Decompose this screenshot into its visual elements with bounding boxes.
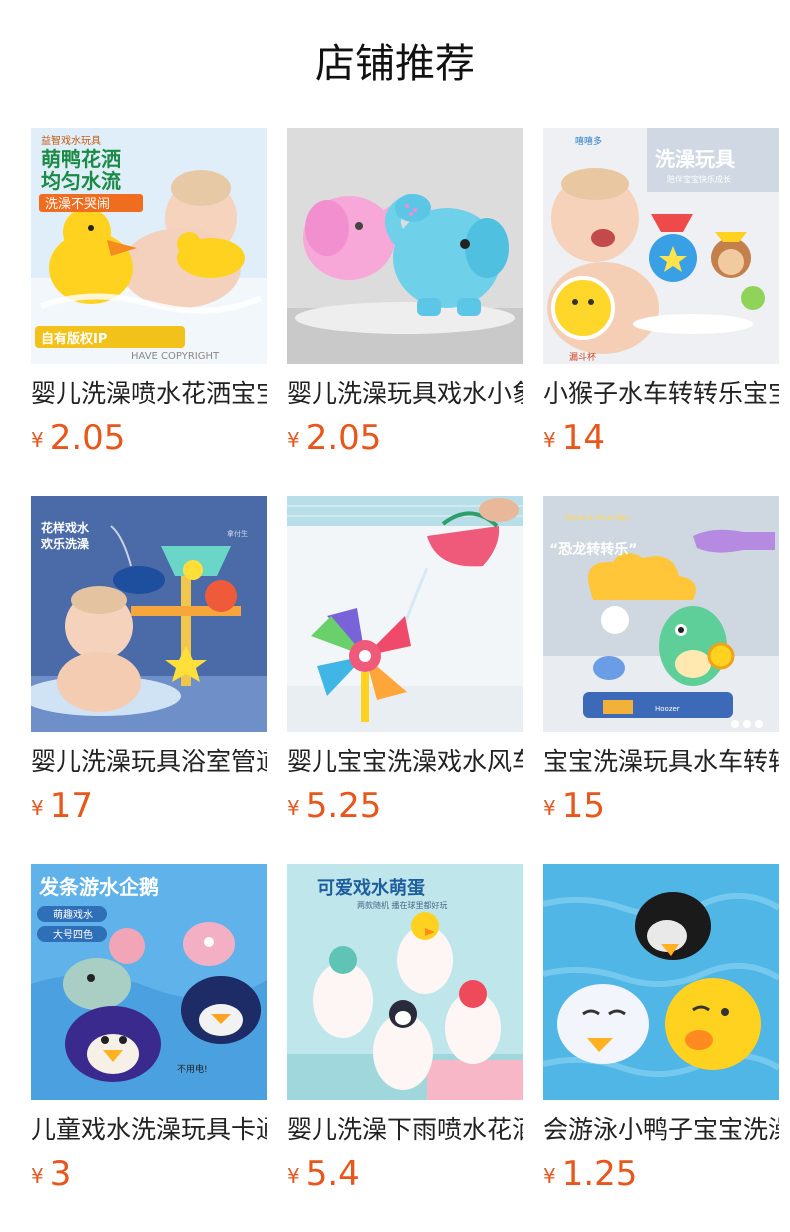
thumb-tagline: 两款随机 播在球里都好玩	[357, 900, 448, 910]
currency-symbol: ¥	[287, 796, 300, 820]
currency-symbol: ¥	[543, 796, 556, 820]
product-card[interactable]: 花样戏水 欢乐洗澡 拿付生 婴儿洗澡玩具浴室管道 ¥17	[31, 496, 267, 826]
currency-symbol: ¥	[31, 428, 44, 452]
thumb-tag: 洗澡不哭闹	[45, 197, 110, 212]
thumb-tag: HAVE COPYRIGHT	[131, 351, 220, 362]
product-name[interactable]: 儿童戏水洗澡玩具卡通	[31, 1113, 267, 1147]
product-name[interactable]: 婴儿洗澡喷水花洒宝宝	[31, 377, 267, 411]
currency-symbol: ¥	[31, 796, 44, 820]
price-amount: 5.25	[305, 786, 382, 826]
product-price: ¥1.25	[543, 1152, 779, 1196]
thumb-tagline: 陪伴宝宝快乐成长	[667, 174, 731, 184]
thumb-tag: Have a nice day	[565, 513, 630, 522]
price-amount: 17	[49, 786, 93, 826]
product-price: ¥2.05	[31, 416, 267, 460]
swimming-penguin-icon[interactable]: 发条游水企鹅 萌趣戏水 大号四色 不用电!	[31, 864, 267, 1100]
currency-symbol: ¥	[287, 428, 300, 452]
product-price: ¥5.25	[287, 784, 523, 828]
product-price: ¥3	[31, 1152, 267, 1196]
thumb-tag: 拿付生	[227, 529, 248, 538]
product-card[interactable]: 可爱戏水萌蛋 两款随机 播在球里都好玩 婴儿洗澡下雨喷水花洒 ¥5.4	[287, 864, 523, 1194]
product-name[interactable]: 婴儿洗澡玩具戏水小象	[287, 377, 523, 411]
product-price: ¥2.05	[287, 416, 523, 460]
thumb-tag: 大号四色	[53, 928, 93, 941]
dinosaur-waterwheel-icon[interactable]: Have a nice day “恐龙转转乐” Hoozer	[543, 496, 779, 732]
product-name[interactable]: 婴儿洗澡玩具浴室管道	[31, 745, 267, 779]
thumb-headline: 洗澡玩具	[655, 147, 735, 171]
price-amount: 2.05	[305, 418, 382, 458]
thumb-brand: 嘻嘻多	[575, 135, 602, 147]
product-name[interactable]: 婴儿宝宝洗澡戏水风车	[287, 745, 523, 779]
price-amount: 1.25	[561, 1154, 638, 1194]
currency-symbol: ¥	[543, 1164, 556, 1188]
product-card[interactable]: Have a nice day “恐龙转转乐” Hoozer 宝宝洗澡玩具水车转…	[543, 496, 779, 826]
currency-symbol: ¥	[31, 1164, 44, 1188]
elephant-watering-can-icon[interactable]	[287, 128, 523, 364]
product-price: ¥14	[543, 416, 779, 460]
thumb-tag: 漏斗杯	[569, 351, 596, 363]
shop-recommendation-page: 店铺推荐 益智戏水玩具 萌鸭花洒 均匀水流 洗澡不哭闹 自有版权IP HAVE …	[0, 0, 790, 1232]
swimming-duck-icon[interactable]	[543, 864, 779, 1100]
thumb-label: 益智戏水玩具	[41, 134, 101, 147]
thumb-brand: Hoozer	[655, 705, 680, 713]
thumb-tag: 不用电!	[177, 1063, 208, 1075]
thumb-headline: 萌鸭花洒	[41, 147, 121, 171]
product-card[interactable]: 发条游水企鹅 萌趣戏水 大号四色 不用电! 儿童戏水洗澡玩具卡通 ¥3	[31, 864, 267, 1194]
monkey-waterwheel-icon[interactable]: 嘻嘻多 洗澡玩具 陪伴宝宝快乐成长 漏斗杯	[543, 128, 779, 364]
eggs-shower-toy-icon[interactable]: 可爱戏水萌蛋 两款随机 播在球里都好玩	[287, 864, 523, 1100]
product-grid: 益智戏水玩具 萌鸭花洒 均匀水流 洗澡不哭闹 自有版权IP HAVE COPYR…	[31, 128, 779, 1194]
page-title: 店铺推荐	[315, 41, 475, 87]
currency-symbol: ¥	[287, 1164, 300, 1188]
price-amount: 2.05	[49, 418, 126, 458]
product-name[interactable]: 宝宝洗澡玩具水车转转	[543, 745, 779, 779]
product-price: ¥5.4	[287, 1152, 523, 1196]
product-card[interactable]: 婴儿宝宝洗澡戏水风车 ¥5.25	[287, 496, 523, 826]
thumb-headline: 发条游水企鹅	[38, 875, 159, 899]
price-amount: 14	[561, 418, 605, 458]
product-card[interactable]: 嘻嘻多 洗澡玩具 陪伴宝宝快乐成长 漏斗杯 小猴子水车转转乐宝宝 ¥14	[543, 128, 779, 458]
product-price: ¥15	[543, 784, 779, 828]
product-name[interactable]: 会游泳小鸭子宝宝洗澡	[543, 1113, 779, 1147]
pinwheel-bucket-icon[interactable]	[287, 496, 523, 732]
whale-pipe-toy-icon[interactable]: 花样戏水 欢乐洗澡 拿付生	[31, 496, 267, 732]
thumb-headline: 欢乐洗澡	[40, 536, 90, 551]
price-amount: 5.4	[305, 1154, 360, 1194]
price-amount: 3	[49, 1154, 72, 1194]
product-card[interactable]: 益智戏水玩具 萌鸭花洒 均匀水流 洗澡不哭闹 自有版权IP HAVE COPYR…	[31, 128, 267, 458]
thumb-headline: “恐龙转转乐”	[549, 541, 637, 558]
thumb-headline: 均匀水流	[41, 169, 121, 193]
duck-shower-toy-icon[interactable]: 益智戏水玩具 萌鸭花洒 均匀水流 洗澡不哭闹 自有版权IP HAVE COPYR…	[31, 128, 267, 364]
thumb-headline: 花样戏水	[41, 520, 90, 535]
product-card[interactable]: 婴儿洗澡玩具戏水小象 ¥2.05	[287, 128, 523, 458]
thumb-tag: 自有版权IP	[41, 331, 107, 347]
product-name[interactable]: 婴儿洗澡下雨喷水花洒	[287, 1113, 523, 1147]
product-name[interactable]: 小猴子水车转转乐宝宝	[543, 377, 779, 411]
thumb-tag: 萌趣戏水	[53, 908, 93, 921]
price-amount: 15	[561, 786, 605, 826]
product-card[interactable]: 会游泳小鸭子宝宝洗澡 ¥1.25	[543, 864, 779, 1194]
product-price: ¥17	[31, 784, 267, 828]
thumb-headline: 可爱戏水萌蛋	[317, 877, 425, 899]
currency-symbol: ¥	[543, 428, 556, 452]
